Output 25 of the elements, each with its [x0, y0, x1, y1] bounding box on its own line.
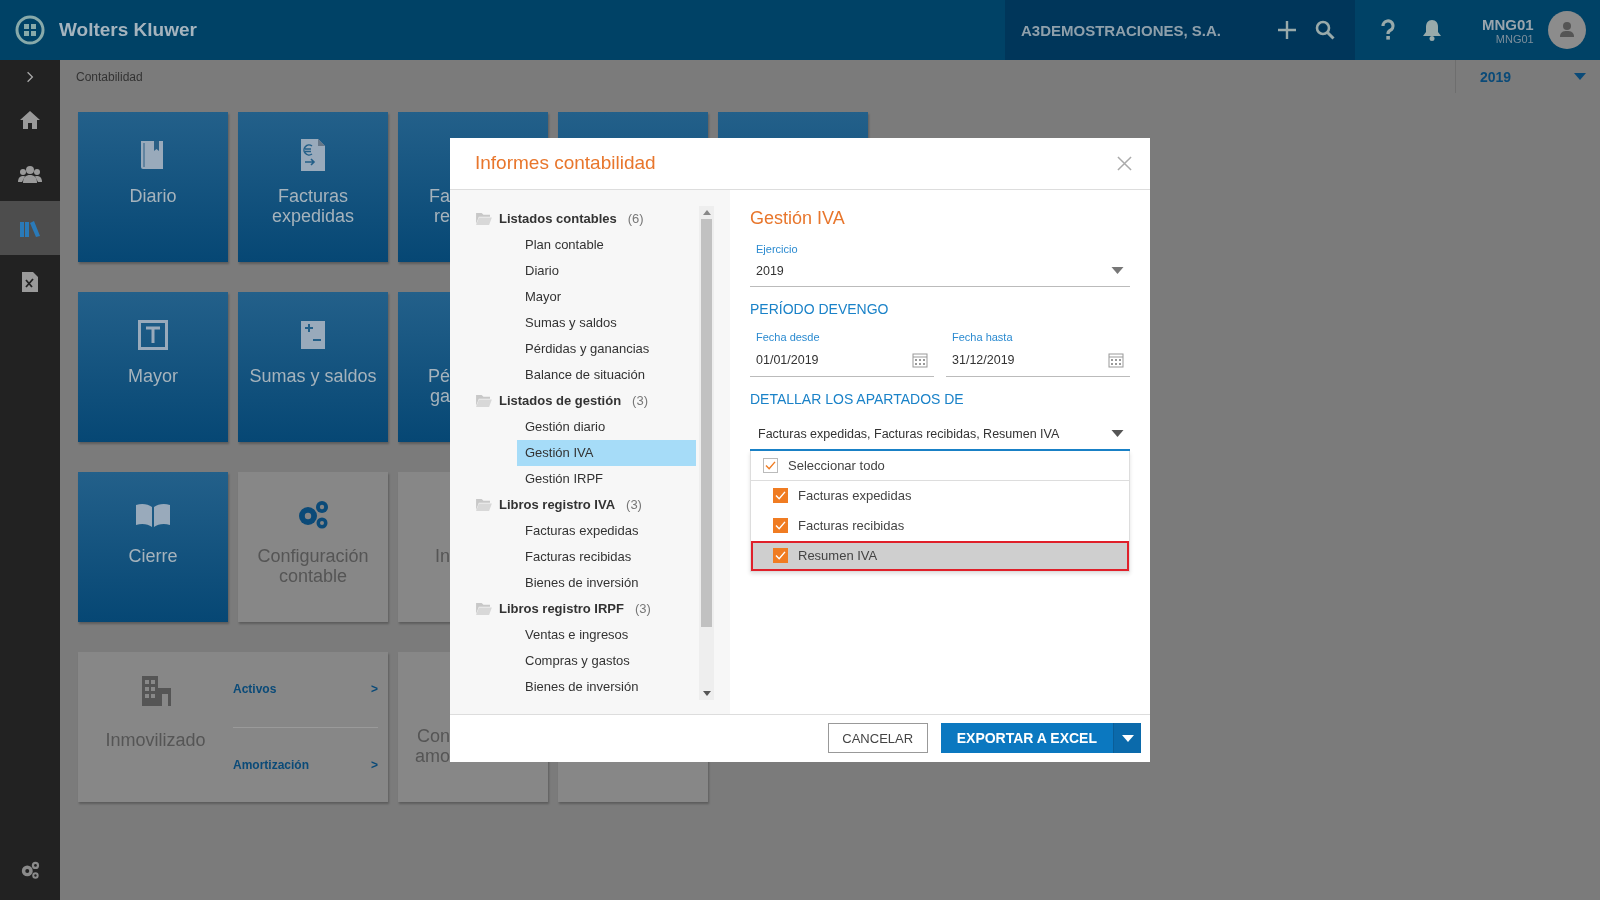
tile-label: Mayor	[128, 366, 178, 386]
option-label: Resumen IVA	[798, 548, 878, 564]
item-count: (3)	[632, 393, 648, 409]
user-code: MNG01	[1495, 32, 1534, 45]
user-name: MNG01	[1482, 15, 1534, 33]
item-count: (3)	[626, 497, 642, 513]
tile-label: Pé	[427, 366, 450, 386]
item-count: (6)	[627, 211, 644, 227]
panel-title: Gestión IVA	[750, 207, 846, 229]
tile-label: re	[434, 206, 450, 226]
option-label: Facturas expedidas	[798, 488, 912, 504]
option-label: Seleccionar todo	[788, 457, 885, 473]
tile-label: Fa	[429, 186, 450, 206]
option-label: Facturas recibidas	[798, 518, 905, 534]
tile-label: Diario	[129, 186, 177, 206]
tile-label: ga	[429, 386, 450, 406]
item-count: (3)	[634, 601, 651, 617]
tile-label: Facturas	[278, 186, 348, 206]
dialog-title: Informes contabilidad	[475, 152, 656, 175]
tile-label: Sumas y saldos	[249, 366, 377, 386]
brand-name: Wolters Kluwer	[59, 19, 197, 41]
section-heading: PERÍODO DEVENGO	[750, 300, 890, 317]
tile-label: Cierre	[128, 546, 178, 566]
tile-label: expedidas	[271, 206, 355, 226]
section-heading: DETALLAR LOS APARTADOS DE	[750, 390, 965, 407]
